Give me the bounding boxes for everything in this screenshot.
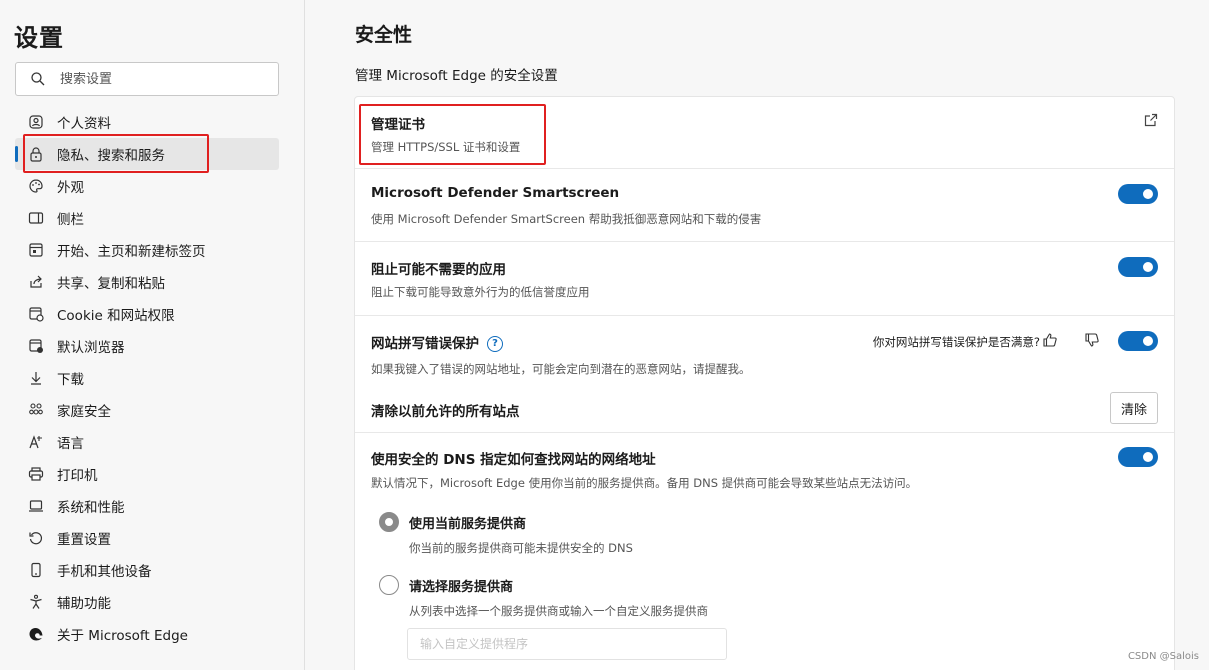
sidebar-item-about[interactable]: 关于 Microsoft Edge	[15, 618, 279, 650]
thumbs-up-icon[interactable]	[1042, 332, 1058, 348]
external-link-icon[interactable]	[1144, 113, 1158, 127]
clear-button[interactable]: 清除	[1109, 392, 1158, 424]
typo-toggle[interactable]	[1118, 331, 1158, 351]
pua-title: 阻止可能不需要的应用	[371, 262, 506, 278]
typo-title-text: 网站拼写错误保护	[371, 336, 479, 352]
sidebar-item-language[interactable]: 语言	[15, 426, 279, 458]
sidebar-item-sidebar[interactable]: 侧栏	[15, 202, 279, 234]
option-choose-title: 请选择服务提供商	[409, 580, 514, 595]
radio-current-provider[interactable]	[379, 512, 399, 532]
sidebar-item-label: 系统和性能	[57, 500, 125, 516]
typo-protection-row: 网站拼写错误保护? 你对网站拼写错误保护是否满意? 如果我键入了错误的网站地址，…	[355, 316, 1174, 433]
home-icon	[28, 242, 44, 258]
main-content: 安全性 管理 Microsoft Edge 的安全设置 管理证书 管理 HTTP…	[305, 0, 1209, 670]
share-icon	[28, 274, 44, 290]
sidebar-item-default-browser[interactable]: 默认浏览器	[15, 330, 279, 362]
family-icon	[28, 402, 44, 418]
sidebar-item-downloads[interactable]: 下载	[15, 362, 279, 394]
dns-toggle[interactable]	[1118, 447, 1158, 467]
sidebar-item-privacy[interactable]: 隐私、搜索和服务	[15, 138, 279, 170]
reset-icon	[28, 530, 44, 546]
palette-icon	[28, 178, 44, 194]
dns-title: 使用安全的 DNS 指定如何查找网站的网络地址	[371, 452, 656, 468]
sidebar-item-start-home[interactable]: 开始、主页和新建标签页	[15, 234, 279, 266]
help-icon[interactable]: ?	[487, 336, 503, 352]
security-card: 管理证书 管理 HTTPS/SSL 证书和设置 Microsoft Defend…	[354, 96, 1175, 670]
phone-icon	[28, 562, 44, 578]
dns-desc: 默认情况下，Microsoft Edge 使用你当前的服务提供商。备用 DNS …	[371, 476, 918, 490]
sidebar-item-label: 共享、复制和粘贴	[57, 276, 165, 292]
pua-toggle[interactable]	[1118, 257, 1158, 277]
edge-logo-icon	[28, 626, 44, 642]
clear-sites-title: 清除以前允许的所有站点	[371, 404, 520, 420]
manage-certificates-row[interactable]: 管理证书 管理 HTTPS/SSL 证书和设置	[355, 97, 1174, 169]
settings-window: 设置 个人资料 隐私、搜索和服务 外观 侧栏	[0, 0, 1209, 670]
option-current-title: 使用当前服务提供商	[409, 517, 527, 532]
sidebar-item-label: 语言	[57, 436, 84, 452]
printer-icon	[28, 466, 44, 482]
search-box[interactable]	[15, 62, 279, 96]
sidebar-item-label: 手机和其他设备	[57, 564, 152, 580]
accessibility-icon	[28, 594, 44, 610]
watermark: CSDN @Salois	[1127, 651, 1199, 662]
sidebar-item-profile[interactable]: 个人资料	[15, 106, 279, 138]
profile-icon	[28, 114, 44, 130]
smartscreen-title: Microsoft Defender Smartscreen	[371, 185, 620, 201]
language-icon	[28, 434, 44, 450]
smartscreen-row: Microsoft Defender Smartscreen 使用 Micros…	[355, 169, 1174, 242]
search-input[interactable]	[60, 71, 260, 87]
sidebar-item-family[interactable]: 家庭安全	[15, 394, 279, 426]
sidebar-item-label: Cookie 和网站权限	[57, 308, 175, 324]
sidebar-item-system[interactable]: 系统和性能	[15, 490, 279, 522]
sidebar-item-label: 打印机	[57, 468, 98, 484]
search-icon	[31, 72, 45, 86]
page-title: 安全性	[355, 24, 413, 46]
sidebar-item-label: 个人资料	[57, 116, 111, 132]
page-subtitle: 管理 Microsoft Edge 的安全设置	[355, 68, 558, 84]
smartscreen-desc: 使用 Microsoft Defender SmartScreen 帮助我抵御恶…	[371, 212, 762, 226]
option-choose-desc: 从列表中选择一个服务提供商或输入一个自定义服务提供商	[409, 604, 708, 618]
smartscreen-toggle[interactable]	[1118, 184, 1158, 204]
thumbs-down-icon[interactable]	[1084, 332, 1100, 348]
sidebar-item-label: 外观	[57, 180, 84, 196]
sidebar-item-label: 隐私、搜索和服务	[57, 148, 165, 164]
feedback-question: 你对网站拼写错误保护是否满意?	[872, 335, 1040, 349]
sidebar-item-phone[interactable]: 手机和其他设备	[15, 554, 279, 586]
sidebar-item-label: 侧栏	[57, 212, 84, 228]
radio-choose-provider[interactable]	[379, 575, 399, 595]
sidebar: 设置 个人资料 隐私、搜索和服务 外观 侧栏	[0, 0, 305, 670]
block-pua-row: 阻止可能不需要的应用 阻止下载可能导致意外行为的低信誉度应用	[355, 242, 1174, 316]
cert-desc: 管理 HTTPS/SSL 证书和设置	[371, 140, 521, 154]
cookie-icon	[28, 306, 44, 322]
secure-dns-section: 使用安全的 DNS 指定如何查找网站的网络地址 默认情况下，Microsoft …	[355, 433, 1174, 670]
lock-icon	[28, 146, 44, 162]
sidebar-item-label: 家庭安全	[57, 404, 111, 420]
pua-desc: 阻止下载可能导致意外行为的低信誉度应用	[371, 285, 590, 299]
sidebar-item-cookies[interactable]: Cookie 和网站权限	[15, 298, 279, 330]
sidebar-item-appearance[interactable]: 外观	[15, 170, 279, 202]
sidebar-item-printer[interactable]: 打印机	[15, 458, 279, 490]
cert-title: 管理证书	[371, 117, 425, 133]
sidebar-item-label: 重置设置	[57, 532, 111, 548]
laptop-icon	[28, 498, 44, 514]
sidebar-nav: 个人资料 隐私、搜索和服务 外观 侧栏 开始、主页和新建标签页 共享、复制和粘贴	[15, 106, 279, 650]
sidebar-item-share[interactable]: 共享、复制和粘贴	[15, 266, 279, 298]
custom-provider-input[interactable]	[407, 628, 727, 660]
browser-icon	[28, 338, 44, 354]
typo-title: 网站拼写错误保护?	[371, 332, 503, 352]
sidebar-icon	[28, 210, 44, 226]
sidebar-item-label: 辅助功能	[57, 596, 111, 612]
sidebar-item-reset[interactable]: 重置设置	[15, 522, 279, 554]
typo-desc: 如果我键入了错误的网站地址，可能会定向到潜在的恶意网站，请提醒我。	[371, 362, 751, 376]
sidebar-item-label: 开始、主页和新建标签页	[57, 244, 206, 260]
sidebar-item-label: 默认浏览器	[57, 340, 125, 356]
sidebar-item-label: 关于 Microsoft Edge	[57, 628, 188, 644]
option-current-desc: 你当前的服务提供商可能未提供安全的 DNS	[409, 541, 633, 555]
download-icon	[28, 370, 44, 386]
sidebar-title: 设置	[14, 24, 64, 52]
sidebar-item-accessibility[interactable]: 辅助功能	[15, 586, 279, 618]
sidebar-item-label: 下载	[57, 372, 84, 388]
